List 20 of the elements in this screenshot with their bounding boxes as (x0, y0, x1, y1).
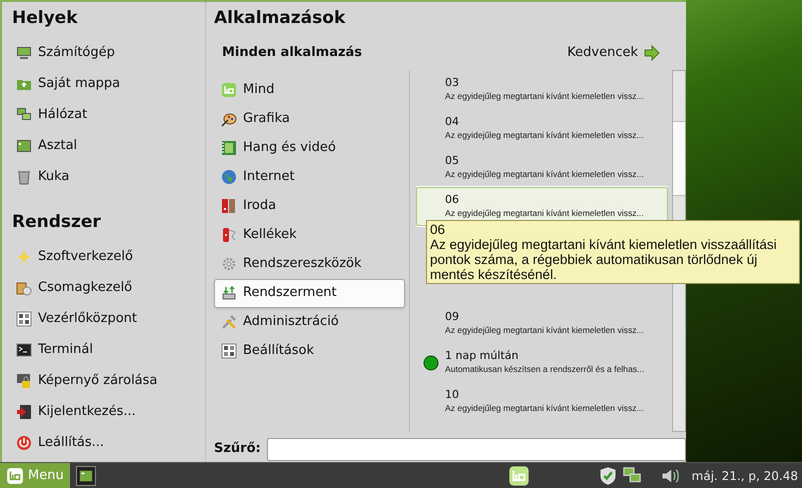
item-description: Az egyidejűleg megtartani kívánt kiemeletlen vissz... (445, 207, 645, 219)
item-title: 04 (445, 115, 460, 129)
subheading: Minden alkalmazás (222, 44, 362, 62)
item-title: 03 (445, 76, 460, 90)
tooltip-text: Az egyidejűleg megtartani kívánt kiemeletlen visszaállítási pontok száma, a régebbiek automatikusan törlődnek új mentés készítésénél. (430, 237, 778, 282)
item-title: 10 (445, 388, 460, 402)
item-description: Automatikusan készítsen a rendszerről és a felhas... (445, 363, 646, 375)
filter-label: Szűrő: (214, 440, 261, 458)
section-heading: Helyek (12, 7, 79, 30)
item-description: Az egyidejűleg megtartani kívánt kiemeletlen vissz... (445, 90, 645, 102)
item-title: 09 (445, 310, 460, 324)
item-description: Az egyidejűleg megtartani kívánt kiemeletlen vissz... (445, 129, 645, 141)
item-title: 1 nap múltán (445, 349, 520, 363)
item-title: 06 (445, 193, 460, 207)
item-title: 05 (445, 154, 460, 168)
section-heading: Alkalmazások (214, 7, 346, 30)
item-description: Az egyidejűleg megtartani kívánt kiemeletlen vissz... (445, 402, 645, 414)
item-description: Az egyidejűleg megtartani kívánt kiemeletlen vissz... (445, 324, 645, 336)
section-heading: Rendszer (12, 210, 102, 234)
item-description: Az egyidejűleg megtartani kívánt kiemeletlen vissz... (445, 168, 645, 180)
